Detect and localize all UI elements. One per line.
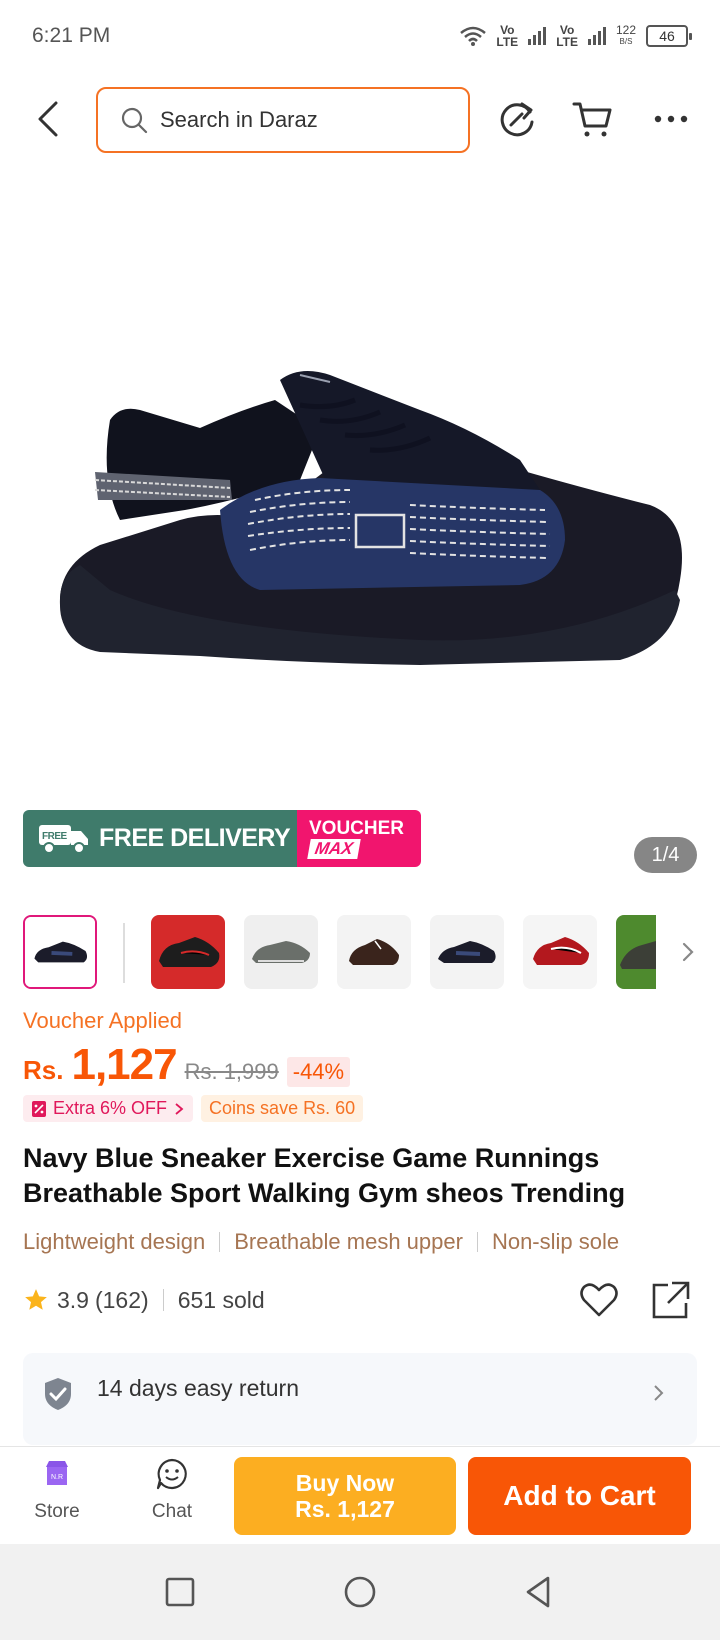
coins-promo: Coins save Rs. 60: [201, 1095, 364, 1122]
thumbnail-6[interactable]: [523, 915, 597, 989]
thumbnail-7[interactable]: [616, 915, 656, 989]
search-input[interactable]: Search in Daraz: [96, 87, 470, 153]
coupon-icon: [32, 1100, 46, 1117]
product-title: Navy Blue Sneaker Exercise Game Runnings…: [23, 1143, 626, 1208]
promo-row: Extra 6% OFF Coins save Rs. 60: [23, 1095, 364, 1122]
extra-off-promo[interactable]: Extra 6% OFF: [23, 1095, 194, 1122]
image-counter: 1/4: [634, 837, 697, 873]
feature-tag: Non-slip sole: [491, 1229, 620, 1254]
thumbnail-strip: [23, 915, 703, 990]
svg-text:N.R: N.R: [51, 1474, 63, 1481]
voucher-label: VOUCHER: [309, 817, 405, 839]
sold-count: 651 sold: [177, 1286, 265, 1313]
feature-tags: Lightweight design Breathable mesh upper…: [23, 1226, 703, 1258]
star-icon: [25, 1289, 47, 1310]
back-arrow-icon[interactable]: [30, 99, 70, 139]
store-label: Store: [34, 1501, 80, 1522]
price-original: Rs. 1,999: [184, 1059, 279, 1084]
price-current: 1,127: [71, 1040, 177, 1089]
system-navigation-bar: [0, 1544, 720, 1640]
status-bar: 6:21 PM Vo LTE Vo LTE 122 B/S 46: [0, 0, 720, 72]
search-placeholder: Search in Daraz: [160, 107, 318, 132]
free-delivery-banner: FREE FREE DELIVERY VOUCHER MAX: [23, 810, 421, 867]
easy-return-label: 14 days easy return: [97, 1375, 300, 1401]
price-discount-badge: -44%: [286, 1057, 351, 1087]
feature-tag: Lightweight design: [23, 1229, 206, 1254]
easy-return-row[interactable]: 14 days easy return: [23, 1353, 697, 1445]
status-time: 6:21 PM: [32, 24, 111, 47]
buy-now-price: Rs. 1,127: [295, 1496, 395, 1522]
chat-icon: [156, 1458, 187, 1490]
store-icon: N.R: [46, 1461, 68, 1485]
rating-value: 3.9: [57, 1286, 89, 1313]
network-speed: 122 B/S: [615, 23, 636, 46]
thumbnail-2[interactable]: [151, 915, 225, 989]
battery-icon: 46: [646, 25, 692, 47]
delivery-truck-icon: FREE: [39, 824, 88, 854]
chevron-right-icon: [654, 1385, 664, 1401]
thumbnail-4[interactable]: [337, 915, 411, 989]
more-options-icon[interactable]: [650, 98, 692, 140]
free-delivery-label: FREE DELIVERY: [99, 824, 291, 852]
buy-now-label: Buy Now: [295, 1470, 395, 1496]
coins-label: Coins save Rs. 60: [209, 1098, 356, 1118]
share-icon[interactable]: [650, 1279, 692, 1321]
chevron-right-icon[interactable]: [673, 937, 703, 967]
signal-icon: [528, 27, 547, 45]
chat-button[interactable]: Chat: [127, 1457, 217, 1523]
store-button[interactable]: N.R Store: [12, 1457, 102, 1523]
product-image[interactable]: [0, 160, 720, 800]
voucher-max-label: MAX: [307, 838, 361, 859]
recent-apps-icon[interactable]: [162, 1574, 198, 1610]
thumbnail-3[interactable]: [244, 915, 318, 989]
wifi-icon: [460, 26, 487, 46]
cart-icon[interactable]: [572, 98, 614, 140]
chevron-right-icon: [175, 1102, 184, 1115]
thumbnail-1[interactable]: [23, 915, 97, 989]
signal-icon: [587, 27, 606, 45]
bottom-action-bar: N.R Store Chat Buy Now Rs. 1,127 Add to …: [0, 1446, 720, 1544]
review-count: (162): [94, 1286, 149, 1313]
heart-icon[interactable]: [578, 1279, 620, 1321]
lte-indicator-1: Vo LTE: [496, 23, 519, 49]
extra-off-label: Extra 6% OFF: [53, 1098, 168, 1118]
buy-now-button[interactable]: Buy Now Rs. 1,127: [234, 1457, 456, 1535]
thumbnail-divider: [123, 923, 125, 983]
shield-icon: [45, 1378, 71, 1410]
share-arrow-icon[interactable]: [496, 98, 538, 140]
add-to-cart-button[interactable]: Add to Cart: [468, 1457, 691, 1535]
voucher-applied-label: Voucher Applied: [23, 1008, 183, 1033]
price-row: Rs. 1,127 Rs. 1,999 -44%: [23, 1040, 351, 1090]
lte-indicator-2: Vo LTE: [556, 23, 578, 49]
search-icon: [121, 107, 148, 134]
thumbnail-5[interactable]: [430, 915, 504, 989]
header: Search in Daraz: [0, 84, 720, 154]
back-icon[interactable]: [520, 1574, 556, 1610]
feature-tag: Breathable mesh upper: [234, 1229, 463, 1254]
home-icon[interactable]: [342, 1574, 378, 1610]
status-icons: Vo LTE Vo LTE 122 B/S 46: [460, 23, 692, 49]
chat-label: Chat: [151, 1501, 193, 1522]
price-currency: Rs.: [23, 1055, 64, 1085]
svg-text:FREE: FREE: [42, 831, 68, 842]
